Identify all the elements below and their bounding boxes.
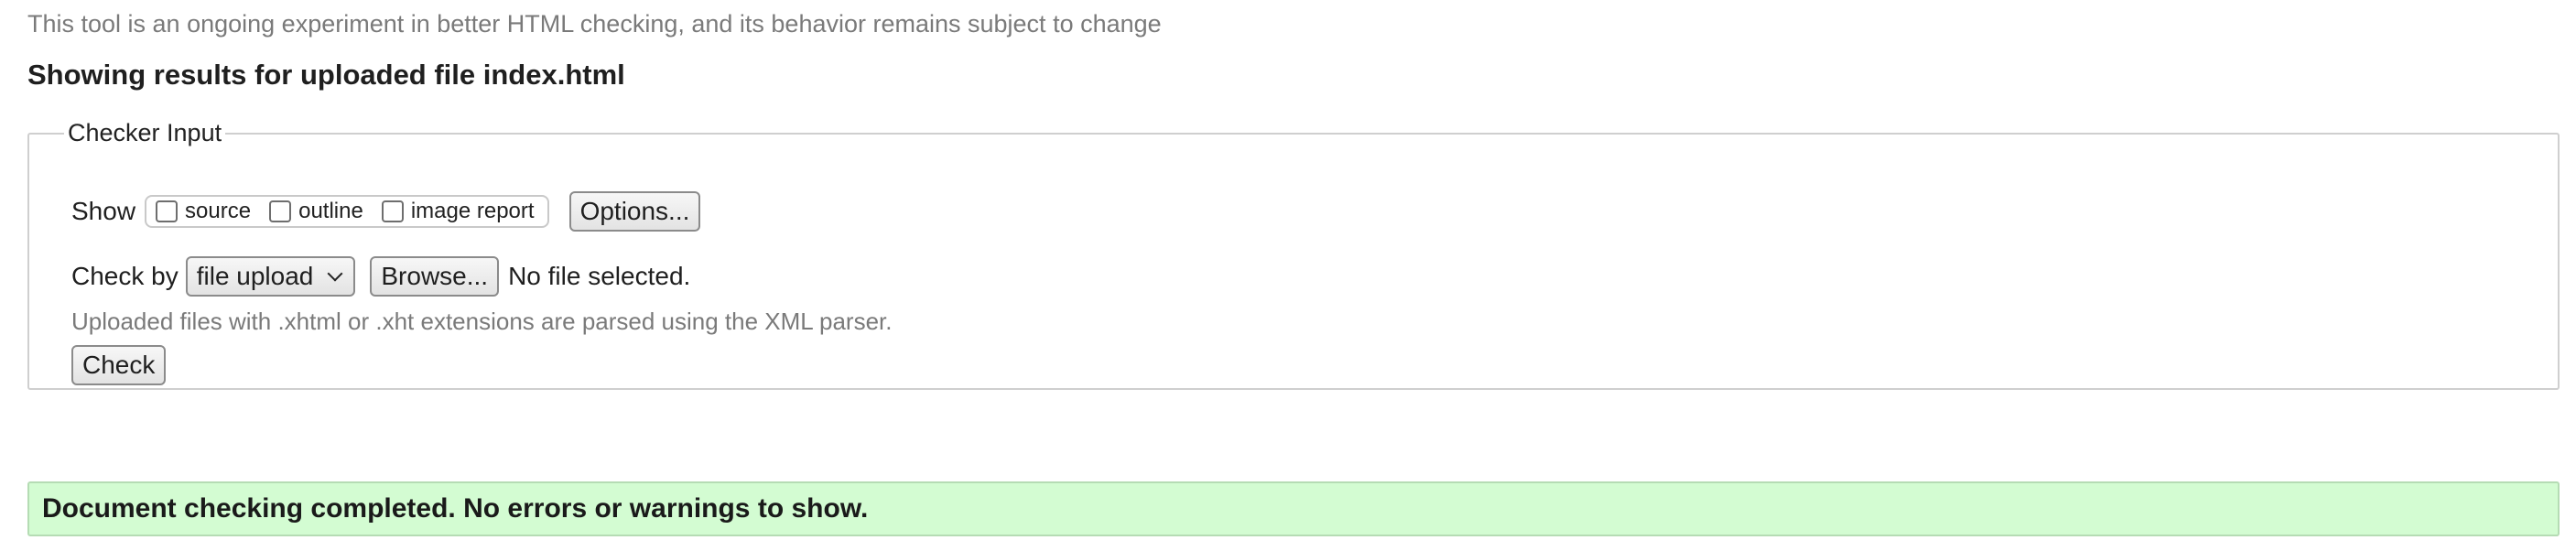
show-row: Show source outline image report Options… [71,189,701,233]
show-source-option[interactable]: source [156,199,251,224]
results-title: Showing results for uploaded file index.… [27,59,625,91]
file-status: No file selected. [508,262,691,290]
show-outline-option[interactable]: outline [269,199,363,224]
source-checkbox[interactable] [156,200,179,222]
check-by-label: Check by [71,262,179,290]
show-options-group: source outline image report [145,195,549,228]
browse-button[interactable]: Browse... [370,256,500,297]
check-by-row: Check by file upload Browse... No file s… [71,255,690,297]
xml-parser-hint: Uploaded files with .xhtml or .xht exten… [71,307,893,335]
checker-input-legend: Checker Input [68,119,222,146]
chevron-down-icon [327,265,343,282]
outline-checkbox-label: outline [298,199,363,223]
outline-checkbox[interactable] [269,200,292,222]
image-report-checkbox-label: image report [410,199,535,223]
show-label: Show [71,197,136,225]
check-button[interactable]: Check [71,345,167,385]
experiment-notice: This tool is an ongoing experiment in be… [27,10,1162,38]
source-checkbox-label: source [185,199,252,223]
check-by-selected-value: file upload [196,262,314,290]
image-report-checkbox[interactable] [381,200,404,222]
options-button[interactable]: Options... [568,191,701,232]
success-message: Document checking completed. No errors o… [27,481,2560,536]
check-by-select[interactable]: file upload [185,256,356,297]
checker-input-fieldset: Checker Input Show source outline image … [27,119,2560,390]
page-content: This tool is an ongoing experiment in be… [27,0,2560,536]
show-image-report-option[interactable]: image report [381,199,535,224]
submit-row: Check [71,344,167,386]
